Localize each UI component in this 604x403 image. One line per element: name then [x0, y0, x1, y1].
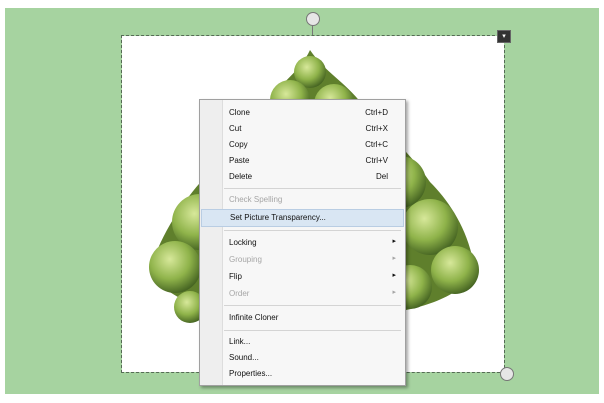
menu-item-order[interactable]: Order ▸: [201, 286, 404, 302]
menu-item-label: Properties...: [229, 369, 273, 378]
menu-item-label: Order: [229, 289, 250, 298]
menu-item-label: Cut: [229, 124, 242, 133]
submenu-arrow-icon: ▸: [392, 238, 396, 245]
menu-item-sound[interactable]: Sound...: [201, 350, 404, 366]
menu-item-properties[interactable]: Properties...: [201, 366, 404, 382]
menu-item-shortcut: Ctrl+D: [365, 108, 388, 117]
menu-item-label: Copy: [229, 140, 248, 149]
menu-item-locking[interactable]: Locking ▸: [201, 235, 404, 251]
menu-item-set-picture-transparency[interactable]: Set Picture Transparency...: [201, 209, 404, 227]
menu-item-label: Clone: [229, 108, 250, 117]
menu-item-label: Link...: [229, 337, 251, 346]
menu-item-label: Infinite Cloner: [229, 313, 279, 322]
submenu-arrow-icon: ▸: [392, 272, 396, 279]
menu-item-infinite-cloner[interactable]: Infinite Cloner: [201, 310, 404, 326]
menu-item-grouping[interactable]: Grouping ▸: [201, 252, 404, 268]
menu-item-label: Set Picture Transparency...: [230, 213, 326, 222]
menu-item-shortcut: Ctrl+V: [365, 156, 388, 165]
menu-separator: [224, 305, 401, 306]
menu-item-cut[interactable]: Cut Ctrl+X: [201, 121, 404, 137]
menu-item-label: Delete: [229, 172, 253, 181]
menu-item-clone[interactable]: Clone Ctrl+D: [201, 105, 404, 121]
context-menu: Clone Ctrl+D Cut Ctrl+X Copy Ctrl+C Past…: [199, 99, 406, 386]
menu-item-paste[interactable]: Paste Ctrl+V: [201, 153, 404, 169]
menu-item-shortcut: Del: [375, 172, 388, 181]
menu-item-copy[interactable]: Copy Ctrl+C: [201, 137, 404, 153]
menu-item-label: Flip: [229, 272, 242, 281]
frame-menu-icon[interactable]: ▾: [497, 30, 511, 43]
menu-separator: [224, 230, 401, 231]
rotate-handle-icon[interactable]: [306, 12, 320, 26]
menu-separator: [224, 188, 401, 189]
resize-handle-icon[interactable]: [500, 367, 514, 381]
menu-item-shortcut: Ctrl+C: [365, 140, 388, 149]
menu-item-flip[interactable]: Flip ▸: [201, 269, 404, 285]
menu-item-label: Locking: [229, 238, 257, 247]
menu-item-delete[interactable]: Delete Del: [201, 169, 404, 185]
rotate-stem: [312, 25, 313, 36]
menu-separator: [224, 330, 401, 331]
menu-item-link[interactable]: Link...: [201, 334, 404, 350]
menu-item-check-spelling[interactable]: Check Spelling: [201, 192, 404, 208]
menu-item-label: Grouping: [229, 255, 262, 264]
menu-item-shortcut: Ctrl+X: [365, 124, 388, 133]
submenu-arrow-icon: ▸: [392, 255, 396, 262]
menu-item-label: Check Spelling: [229, 195, 283, 204]
menu-item-label: Paste: [229, 156, 250, 165]
submenu-arrow-icon: ▸: [392, 289, 396, 296]
menu-item-label: Sound...: [229, 353, 259, 362]
